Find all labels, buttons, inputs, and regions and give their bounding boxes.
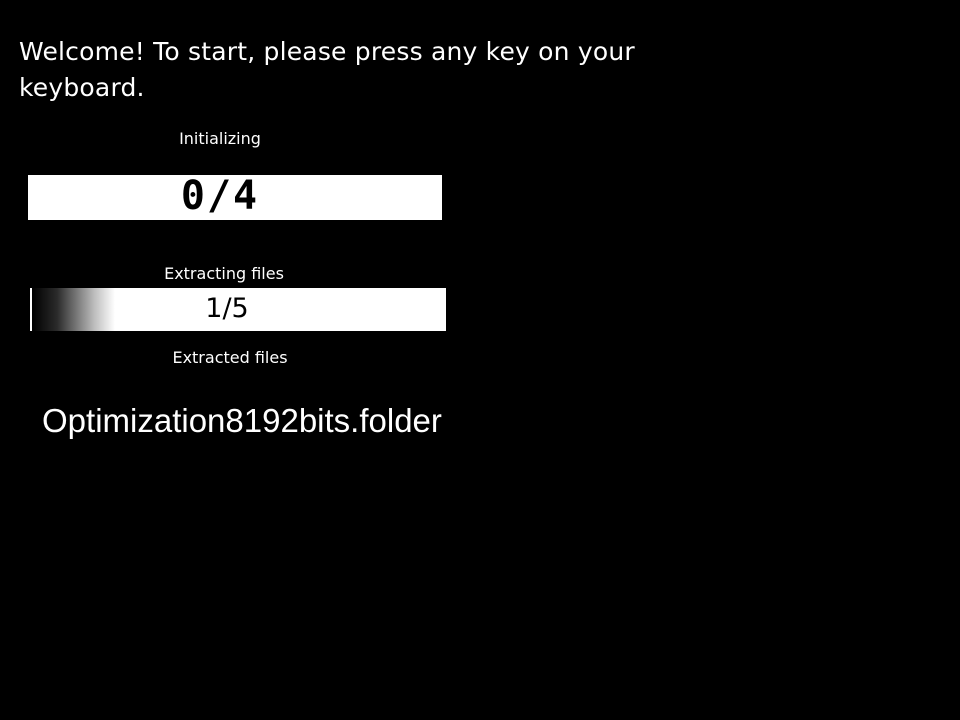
extracting-progress-bar: 1/5 (30, 288, 446, 331)
extracting-counter: 1/5 (205, 293, 249, 324)
current-file-name: Optimization8192bits.folder (42, 402, 442, 439)
initializing-counter: 0/4 (180, 175, 260, 219)
welcome-message: Welcome! To start, please press any key … (19, 37, 635, 102)
extracted-files-label: Extracted files (172, 348, 288, 367)
extracting-files-label: Extracting files (164, 264, 284, 283)
initializing-label: Initializing (179, 129, 261, 148)
initializing-progress-bar: 0/4 (28, 175, 442, 220)
